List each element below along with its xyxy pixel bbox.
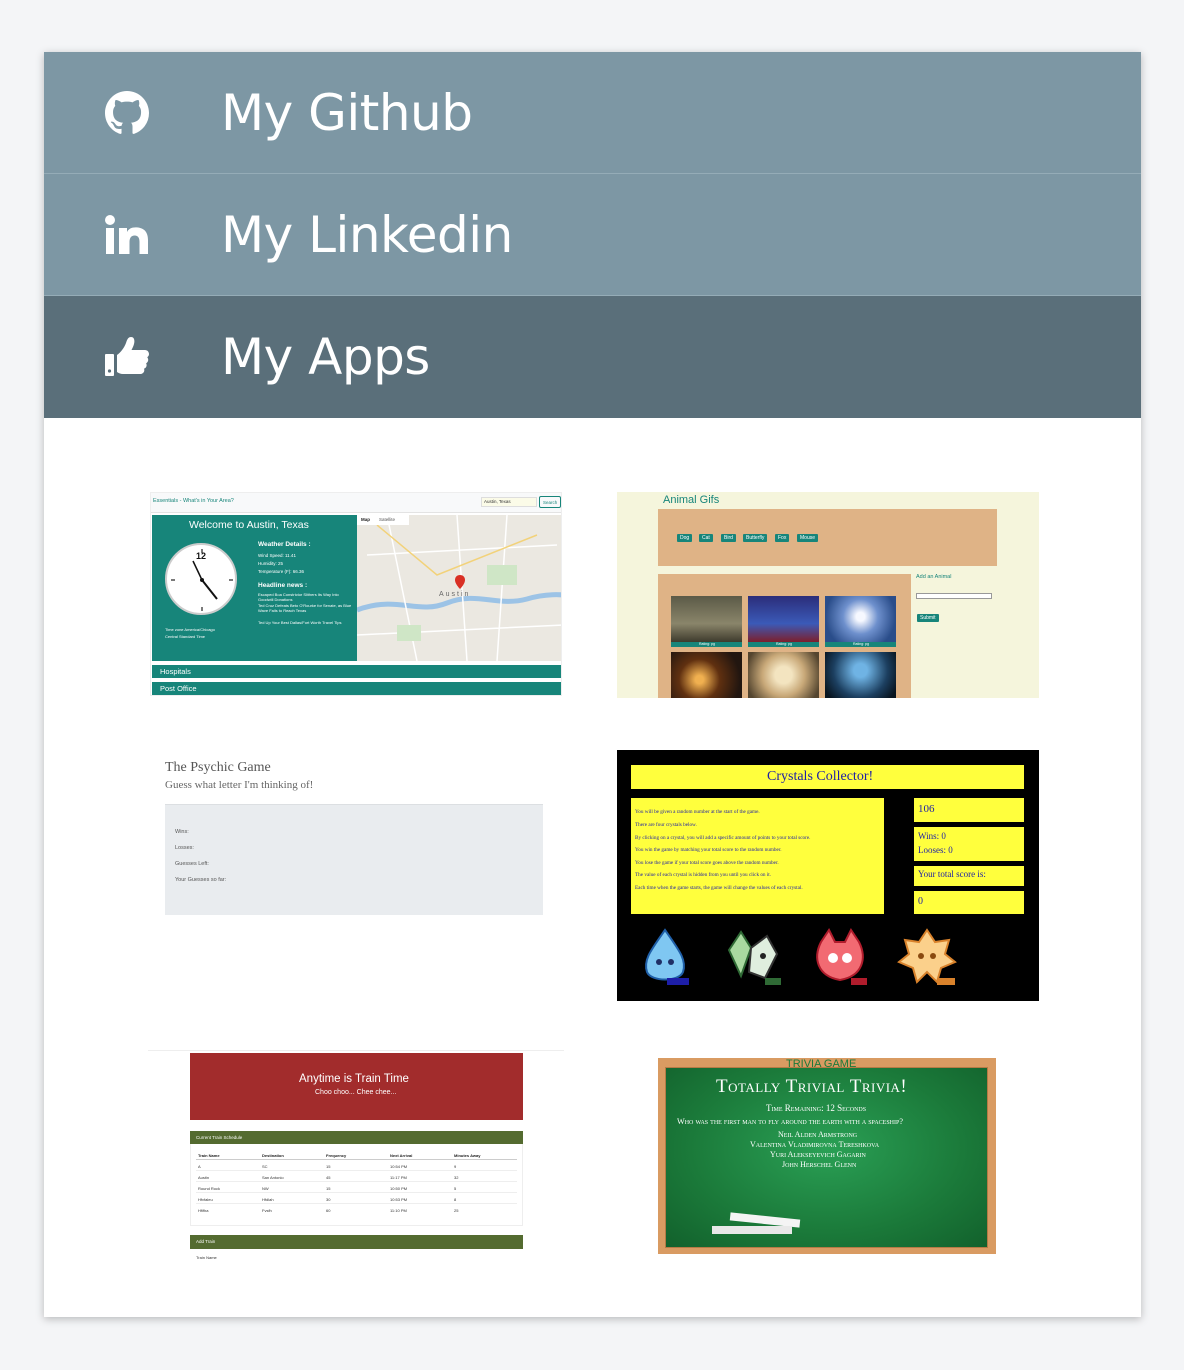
psychic-losses: Losses: xyxy=(175,845,194,851)
satellite-tab: Satellite xyxy=(379,517,396,522)
add-animal-input xyxy=(916,593,992,599)
linkedin-link[interactable]: My Linkedin xyxy=(44,174,1141,296)
chalk-piece xyxy=(712,1226,792,1234)
gif-image xyxy=(671,596,742,642)
post-office-row: Post Office xyxy=(160,684,197,693)
essentials-search-input: Austin, Texas xyxy=(481,497,537,507)
essentials-welcome: Welcome to Austin, Texas xyxy=(189,519,309,531)
crystals-total-label: Your total score is: xyxy=(918,869,986,879)
app-thumbnail-train-time[interactable]: Anytime is Train Time Choo choo... Chee … xyxy=(148,1050,564,1262)
crystals-title: Crystals Collector! xyxy=(767,769,874,784)
weather-title: Weather Details : xyxy=(258,541,311,548)
trivia-time-remaining: Time Remaining: 12 Seconds xyxy=(766,1103,867,1113)
add-animal-label: Add an Animal xyxy=(916,574,952,580)
apps-label: My Apps xyxy=(221,328,430,386)
red-crystal-icon xyxy=(816,928,867,985)
app-thumbnail-crystals-collector[interactable]: Crystals Collector! You will be given a … xyxy=(617,750,1039,1001)
gif-button-cat: Cat xyxy=(699,534,713,542)
essentials-search-button: Search xyxy=(539,496,561,508)
schedule-title: Current Train Schedule xyxy=(196,1135,243,1140)
gif-image xyxy=(748,652,819,698)
app-thumbnail-animal-gifs[interactable]: Animal Gifs Dog Cat Bird Butterfly Fox M… xyxy=(617,492,1039,698)
trivia-answer-1[interactable]: Neil Alden Armstrong xyxy=(778,1130,857,1139)
trivia-answer-3[interactable]: Yuri Alekseyevich Gagarin xyxy=(770,1150,866,1159)
linkedin-label: My Linkedin xyxy=(221,205,513,264)
linkedin-icon xyxy=(102,174,152,296)
map: Map Satellite Austin xyxy=(357,515,561,661)
psychic-wins: Wins: xyxy=(175,829,189,835)
map-city-label: Austin xyxy=(439,591,471,598)
crystals-wins: Wins: 0 xyxy=(918,831,946,841)
gif-image xyxy=(825,596,896,642)
train-name-label: Train Name xyxy=(196,1255,217,1260)
gifs-title: Animal Gifs xyxy=(663,494,720,506)
gif-button-dog: Dog xyxy=(677,534,693,542)
crystals-losses: Looses: 0 xyxy=(918,845,953,855)
gif-image xyxy=(825,652,896,698)
submit-button: Submit xyxy=(917,614,939,622)
gif-image xyxy=(748,596,819,642)
psychic-subtitle: Guess what letter I'm thinking of! xyxy=(165,779,314,791)
psychic-guesses-left: Guesses Left: xyxy=(175,861,209,867)
trivia-banner: TRIVIA GAME xyxy=(786,1058,857,1070)
apps-link[interactable]: My Apps xyxy=(44,296,1141,418)
crystals-total-value: 0 xyxy=(918,896,923,907)
hospitals-row: Hospitals xyxy=(160,667,191,676)
orange-crystal-icon xyxy=(897,928,957,985)
links-card: My Github My Linkedin My Apps Essentials… xyxy=(44,52,1141,1317)
svg-text:12: 12 xyxy=(196,551,206,561)
map-tab: Map xyxy=(361,517,370,522)
app-thumbnail-trivia-game[interactable]: TRIVIA GAME Totally Trivial Trivia! Time… xyxy=(658,1058,996,1254)
trivia-answer-2[interactable]: Valentina Vladimirovna Tereshkova xyxy=(750,1140,879,1149)
psychic-title: The Psychic Game xyxy=(165,760,271,775)
train-subtitle: Choo choo... Chee chee... xyxy=(315,1089,397,1096)
github-label: My Github xyxy=(221,83,473,142)
thumbs-up-icon xyxy=(102,296,152,418)
gif-button-bird: Bird xyxy=(721,534,736,542)
app-thumbnail-essentials[interactable]: Essentials - What's in Your Area? Austin… xyxy=(150,492,562,696)
train-title: Anytime is Train Time xyxy=(299,1073,409,1085)
app-thumbnail-psychic-game[interactable]: The Psychic Game Guess what letter I'm t… xyxy=(150,750,562,956)
gif-button-fox: Fox xyxy=(775,534,790,542)
github-icon xyxy=(102,52,152,174)
trivia-question: Who was the first man to fly around the … xyxy=(677,1117,903,1126)
essentials-nav-title: Essentials - What's in Your Area? xyxy=(153,498,234,504)
github-link[interactable]: My Github xyxy=(44,52,1141,174)
blue-crystal-icon xyxy=(645,928,689,985)
gif-button-butterfly: Butterfly xyxy=(743,534,768,542)
gif-button-mouse: Mouse xyxy=(797,534,819,542)
gif-image xyxy=(671,652,742,698)
green-crystal-icon xyxy=(727,930,781,985)
trivia-title: Totally Trivial Trivia! xyxy=(716,1076,908,1097)
psychic-guesses-so-far: Your Guesses so far: xyxy=(175,877,227,883)
crystals-random-number: 106 xyxy=(918,803,935,815)
trivia-answer-4[interactable]: John Herschel Glenn xyxy=(782,1160,856,1169)
headline-title: Headline news : xyxy=(258,582,308,589)
add-train-title: Add Train xyxy=(196,1239,216,1244)
